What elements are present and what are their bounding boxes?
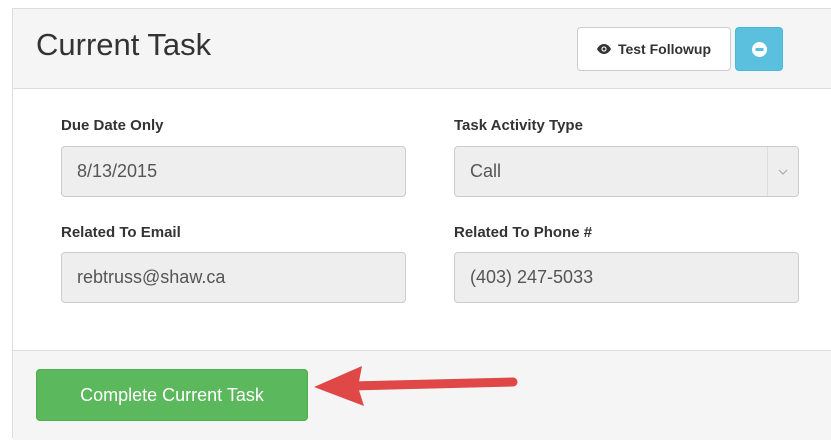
test-followup-label: Test Followup <box>617 41 712 57</box>
phone-label: Related To Phone # <box>454 224 593 241</box>
activity-type-select[interactable]: Call <box>454 146 799 197</box>
complete-task-button[interactable]: Complete Current Task <box>36 369 308 421</box>
phone-field[interactable]: (403) 247-5033 <box>454 252 799 303</box>
email-value: rebtruss@shaw.ca <box>77 267 226 287</box>
phone-value: (403) 247-5033 <box>470 267 594 287</box>
collapse-button[interactable] <box>735 27 783 71</box>
annotation-arrow-icon <box>314 366 518 406</box>
eye-icon <box>596 44 611 54</box>
due-date-field[interactable]: 8/13/2015 <box>61 146 406 197</box>
email-field[interactable]: rebtruss@shaw.ca <box>61 252 406 303</box>
email-label: Related To Email <box>61 224 181 241</box>
panel-heading: Current Task Test Followup <box>13 9 831 89</box>
test-followup-button[interactable]: Test Followup <box>577 27 731 71</box>
activity-type-label: Task Activity Type <box>454 117 583 134</box>
panel-title: Current Task <box>36 27 212 62</box>
due-date-value: 8/13/2015 <box>77 161 158 181</box>
minus-circle-icon <box>751 41 767 57</box>
due-date-label: Due Date Only <box>61 117 164 134</box>
chevron-down-icon <box>767 147 798 196</box>
activity-type-value: Call <box>470 161 502 181</box>
